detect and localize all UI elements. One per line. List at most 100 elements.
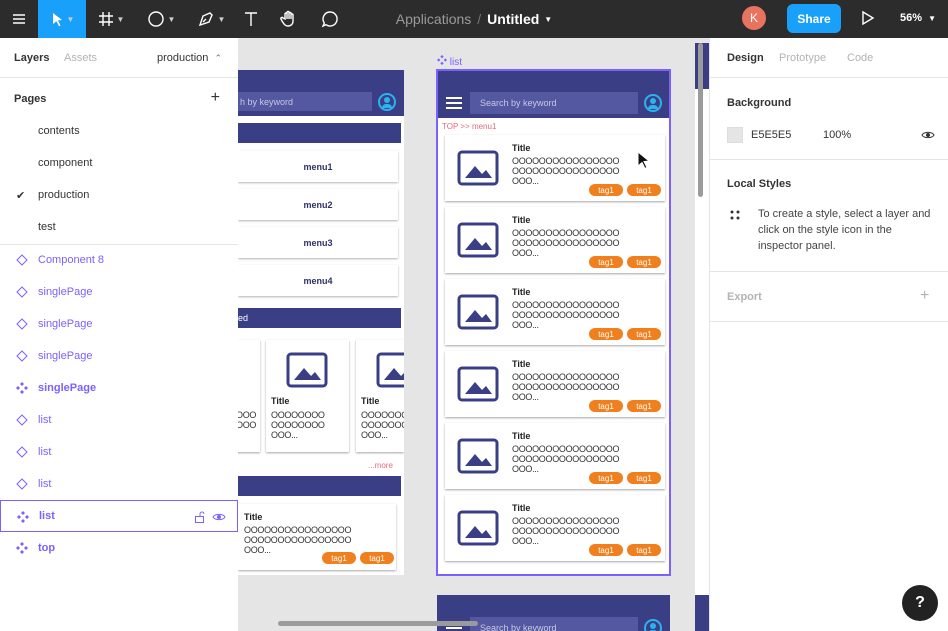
shape-tool-button[interactable]: ▼ [140,0,182,38]
user-icon[interactable] [378,93,396,111]
instance-icon [16,254,28,266]
search-input[interactable]: h by keyword [238,92,372,111]
tab-code[interactable]: Code [847,52,873,64]
check-icon: ✔ [16,190,26,202]
card-body: OOOOOOOO OOOOOOOO OOO... [361,410,404,440]
horizontal-scrollbar[interactable] [278,621,478,626]
page-item-contents[interactable]: contents [38,125,80,137]
card-body-line: OOOOOOOO [238,410,256,420]
chevron-down-icon: ▼ [544,14,553,24]
menu-button[interactable]: menu1 [238,151,398,182]
page-item-test[interactable]: test [38,221,56,233]
tab-prototype[interactable]: Prototype [779,52,826,64]
layer-item[interactable]: singlePage [0,308,238,340]
bg-opacity-input[interactable]: 100% [823,129,851,141]
local-styles-hint: To create a style, select a layer and cl… [758,208,931,252]
card-body-line: OOOOOOOO [271,420,325,430]
tab-assets[interactable]: Assets [64,52,97,64]
tab-layers[interactable]: Layers [14,52,49,64]
eye-icon[interactable] [921,129,935,141]
layers-panel: Layers Assets production ⌃ Pages + conte… [0,38,238,631]
help-button[interactable]: ? [902,585,938,621]
chevron-down-icon: ▼ [116,14,125,24]
chevron-down-icon: ▼ [167,14,176,24]
page-item-production[interactable]: production [38,189,89,201]
instance-icon [16,318,28,330]
menu-button[interactable]: menu2 [238,189,398,220]
layer-item[interactable]: singlePage [0,340,238,372]
color-swatch[interactable] [727,127,743,143]
card-body-line: OOOOOOOOOOOOOOOO [244,535,352,545]
card-body-line: OOOOOOOO [271,410,325,420]
menu-button[interactable]: menu3 [238,227,398,258]
instance-icon [16,414,28,426]
current-page-label: production [157,52,209,64]
canvas[interactable]: h by keyword menu1 menu2 menu3 menu4 ed … [238,38,709,631]
card-title: Title [361,396,380,406]
list-card[interactable]: Title OOOOOOOOOOOOOOOO OOOOOOOOOOOOOOOO … [238,504,396,570]
add-export-button[interactable]: + [920,287,929,305]
present-button[interactable] [858,9,876,30]
layer-item[interactable]: list [0,436,238,468]
layer-item[interactable]: singlePage [0,276,238,308]
card-title: Title [244,512,263,522]
layer-item[interactable]: Component 8 [0,244,238,276]
pen-tool-button[interactable]: ▼ [190,0,232,38]
user-icon [644,619,662,631]
card-body-line: OOO... [361,430,388,440]
toolbar: ▼ ▼ ▼ ▼ Applications / Untitled ▼ K Shar… [0,0,948,38]
bg-hex-input[interactable]: E5E5E5 [751,129,791,141]
grid-card[interactable]: Title OOOOOOOO OOOOOOOO OOO... [266,340,349,452]
tag-badge: tag1 [322,552,356,564]
layer-label: list [38,478,52,490]
avatar[interactable]: K [742,6,766,30]
frame-header [695,595,709,631]
pen-icon [198,12,213,27]
export-heading: Export [727,291,762,303]
frame-icon [98,12,113,26]
section-bar [238,123,401,143]
add-page-button[interactable]: + [211,89,220,107]
layer-item[interactable]: top [0,532,238,564]
zoom-control[interactable]: 56% ▼ [900,12,936,24]
unlock-icon[interactable] [194,511,206,523]
more-link[interactable]: ...more [368,461,393,470]
text-tool-button[interactable] [238,0,264,38]
tab-design[interactable]: Design [727,52,764,64]
layer-item[interactable]: singlePage [0,372,238,404]
background-heading: Background [727,97,792,109]
file-name[interactable]: Untitled [487,11,539,27]
eye-icon[interactable] [212,511,226,523]
section-bar: ed [238,308,401,328]
grid-card[interactable]: Title OOOOOOOO OOOOOOOO OOO... [356,340,404,452]
layer-label: list [38,446,52,458]
instance-icon [16,446,28,458]
component-icon [17,511,29,523]
card-body-line: OOOOOOOO [361,410,404,420]
layer-item[interactable]: list [0,468,238,500]
project-name[interactable]: Applications [396,11,472,27]
move-tool-button[interactable]: ▼ [38,0,86,38]
frame-top[interactable]: h by keyword menu1 menu2 menu3 menu4 ed … [238,70,404,575]
frame-label[interactable]: list [437,55,462,68]
card-body-line: OOOOOOOO [238,420,256,430]
chevron-down-icon: ▼ [217,14,226,24]
layer-item-selected[interactable]: list [0,500,238,532]
share-button[interactable]: Share [787,4,841,33]
page-selector[interactable]: production ⌃ [157,52,222,64]
image-icon [376,352,404,388]
zoom-value: 56% [900,12,923,24]
page-item-component[interactable]: component [38,157,92,169]
card-body: OOOOOOOOOOOOOOOO OOOOOOOOOOOOOOOO OOO... [244,525,394,555]
main-menu-button[interactable] [0,0,38,38]
component-icon [437,55,447,65]
layer-item[interactable]: list [0,404,238,436]
hand-tool-button[interactable] [276,0,302,38]
menu-button[interactable]: menu4 [238,265,398,296]
ellipse-icon [147,11,164,27]
comment-tool-button[interactable] [316,0,344,38]
search-input[interactable]: Search by keyword [470,617,638,631]
frame-tool-button[interactable]: ▼ [90,0,132,38]
vertical-scrollbar[interactable] [698,43,703,197]
grid-card[interactable]: OOOOOOOO OOOOOOOO [238,340,260,452]
